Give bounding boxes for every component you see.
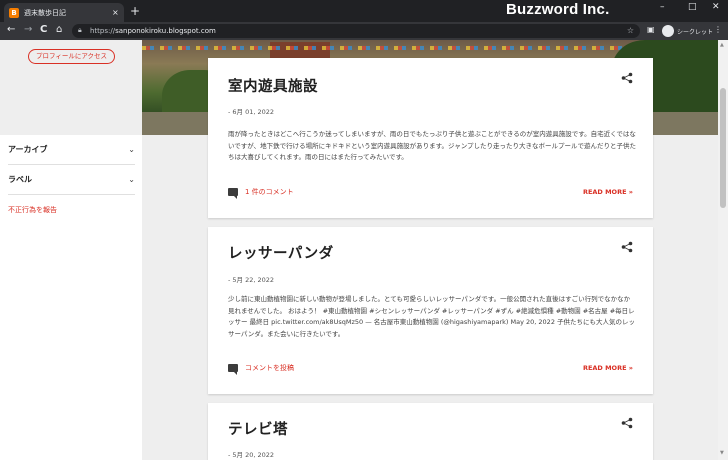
share-icon[interactable] — [621, 417, 633, 429]
sidebar-item-label: ラベル — [8, 175, 32, 184]
incognito-icon[interactable] — [662, 25, 674, 37]
read-more-link[interactable]: READ MORE » — [583, 188, 633, 196]
home-icon[interactable]: ⌂ — [56, 24, 62, 36]
comment-link[interactable]: 1 件のコメント — [228, 187, 294, 199]
forward-icon[interactable]: → — [24, 24, 32, 36]
post-card: 室内遊具施設 - 6月 01, 2022 雨が降ったときはどこへ行こうか迷ってし… — [208, 58, 653, 218]
comment-label: 1 件のコメント — [245, 188, 294, 196]
scroll-up-icon[interactable]: ▲ — [720, 42, 724, 48]
browser-toolbar: ← → C ⌂ 🔒︎ https://sanponokiroku.blogspo… — [0, 22, 728, 40]
comment-icon — [228, 364, 238, 375]
page-scrollbar[interactable]: ▲ ▼ — [718, 40, 728, 460]
back-icon[interactable]: ← — [7, 24, 15, 36]
profile-button[interactable]: プロフィールにアクセス — [28, 49, 115, 64]
sidebar: プロフィールにアクセス アーカイブ ⌄ ラベル ⌄ 不正行為を報告 — [0, 40, 142, 460]
comment-icon — [228, 188, 238, 199]
post-title[interactable]: 室内遊具施設 — [228, 75, 318, 96]
comment-link[interactable]: コメントを投稿 — [228, 363, 294, 375]
close-window-button[interactable]: ✕ — [712, 2, 720, 12]
reload-icon[interactable]: C — [40, 24, 47, 36]
post-snippet: 雨が降ったときはどこへ行こうか迷ってしまいますが、雨の日でもたっぷり子供と遊ぶこ… — [228, 130, 637, 161]
tab-close-icon[interactable]: × — [112, 8, 124, 17]
sidebar-profile-area: プロフィールにアクセス — [0, 40, 142, 135]
comment-label: コメントを投稿 — [245, 364, 294, 372]
post-date[interactable]: - 5月 20, 2022 — [228, 449, 274, 459]
maximize-button[interactable]: □ — [688, 2, 697, 12]
read-more-link[interactable]: READ MORE » — [583, 364, 633, 372]
address-bar[interactable]: 🔒︎ https://sanponokiroku.blogspot.com ☆ — [72, 24, 640, 38]
sidebar-item-archive[interactable]: アーカイブ ⌄ — [8, 135, 135, 165]
post-card: テレビ塔 - 5月 20, 2022 — [208, 403, 653, 460]
minimize-button[interactable]: – — [660, 2, 665, 12]
share-icon[interactable] — [621, 241, 633, 253]
blogger-favicon-icon: B — [9, 7, 19, 18]
post-snippet: 少し前に東山動植物園に新しい動物が登場しました。とても可愛らしいレッサーパンダで… — [228, 295, 636, 338]
scroll-down-icon[interactable]: ▼ — [720, 450, 724, 456]
post-date[interactable]: - 5月 22, 2022 — [228, 274, 274, 284]
chevron-down-icon: ⌄ — [128, 175, 135, 184]
tab-bar: B 週末散歩日記 × + Buzzword Inc. – □ ✕ — [0, 0, 728, 22]
lock-icon: 🔒︎ — [78, 26, 82, 34]
side-panel-icon[interactable]: ▣ — [647, 25, 655, 34]
brand-watermark: Buzzword Inc. — [506, 1, 610, 18]
bookmark-star-icon[interactable]: ☆ — [627, 26, 634, 35]
post-title[interactable]: テレビ塔 — [228, 418, 288, 439]
url-text: https://sanponokiroku.blogspot.com — [90, 27, 216, 35]
new-tab-button[interactable]: + — [130, 5, 140, 17]
post-date[interactable]: - 6月 01, 2022 — [228, 106, 274, 116]
post-card: レッサーパンダ - 5月 22, 2022 少し前に東山動植物園に新しい動物が登… — [208, 227, 653, 394]
blog-page: プロフィールにアクセス アーカイブ ⌄ ラベル ⌄ 不正行為を報告 室内遊具施設… — [0, 40, 728, 460]
incognito-label[interactable]: シークレット — [677, 27, 713, 36]
browser-menu-icon[interactable]: ⋮ — [714, 25, 722, 34]
share-icon[interactable] — [621, 72, 633, 84]
browser-tab[interactable]: B 週末散歩日記 × — [4, 3, 124, 22]
scrollbar-thumb[interactable] — [720, 88, 726, 208]
chevron-down-icon: ⌄ — [128, 145, 135, 154]
report-abuse-link[interactable]: 不正行為を報告 — [8, 205, 57, 215]
post-title[interactable]: レッサーパンダ — [228, 242, 334, 263]
sidebar-item-labels[interactable]: ラベル ⌄ — [8, 165, 135, 195]
sidebar-item-label: アーカイブ — [8, 145, 48, 154]
tab-title: 週末散歩日記 — [24, 8, 66, 17]
